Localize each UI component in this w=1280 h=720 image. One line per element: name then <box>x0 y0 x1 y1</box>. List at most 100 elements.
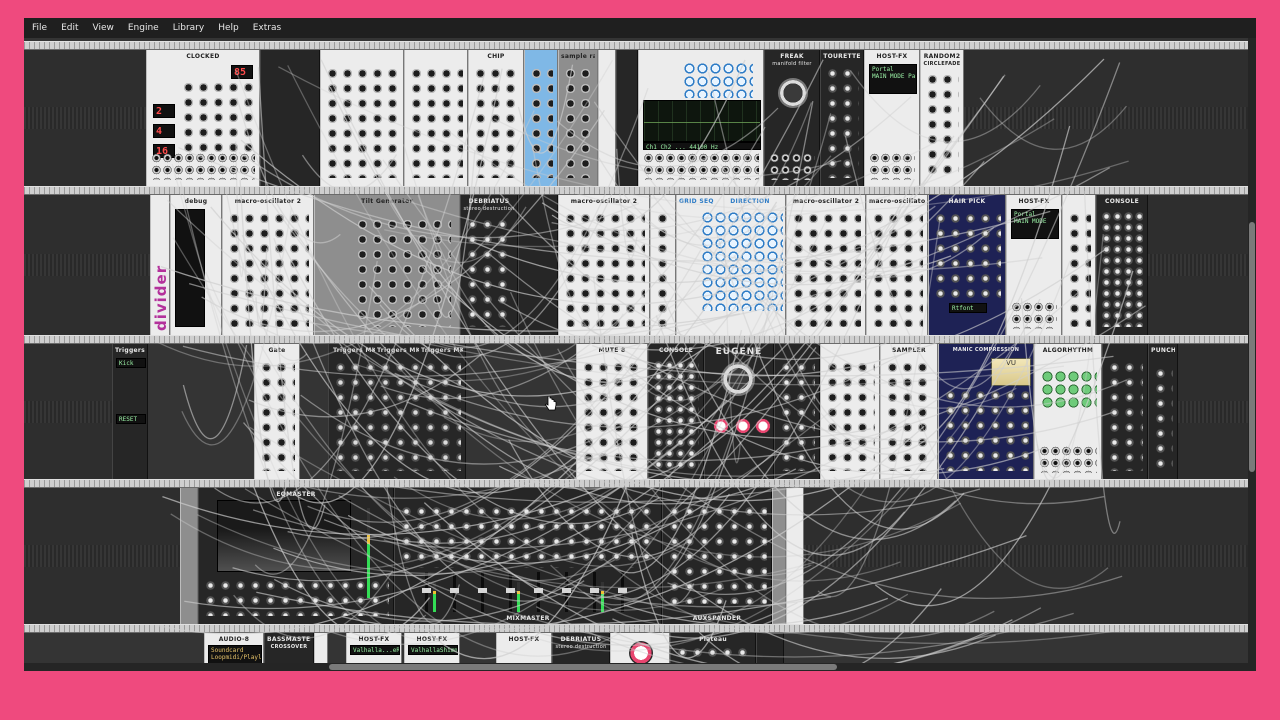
channel-fader[interactable] <box>618 572 627 612</box>
debriatus-module[interactable]: DEBRIATUS stereo destruction <box>460 195 518 335</box>
jack-bank[interactable] <box>1011 301 1057 329</box>
host-fx-module[interactable]: HOST-FX Portal MAIN MODE Pass 0000 <box>864 50 920 186</box>
main-knob[interactable] <box>721 362 755 396</box>
horizontal-scrollbar[interactable] <box>24 663 1248 671</box>
triggers-bank-module[interactable]: Triggers MKIII Triggers MKIII Triggers M… <box>328 344 466 479</box>
seq-module[interactable] <box>404 50 468 186</box>
pink-knob[interactable] <box>629 641 653 665</box>
macro-oscillator-module[interactable]: macro-oscillator 2 <box>786 195 866 335</box>
knob-bank[interactable] <box>355 217 451 327</box>
jack-bank[interactable] <box>1039 445 1097 473</box>
jack-grid[interactable] <box>653 360 699 471</box>
step-grid[interactable] <box>701 211 783 311</box>
console-module[interactable]: CONSOLE <box>648 344 704 479</box>
auxspander-module[interactable]: AUXSPANDER <box>662 488 772 624</box>
chip-module[interactable]: CHIP <box>468 50 524 186</box>
channel-fader[interactable] <box>534 572 543 612</box>
host-fx-module[interactable]: HOST-FX Portal MAIN MODE <box>1006 195 1062 335</box>
dark-module[interactable] <box>774 344 820 479</box>
debug-module[interactable]: debug <box>170 195 222 335</box>
mixmaster-module[interactable]: MIXMASTER <box>394 488 662 624</box>
mute8-module[interactable]: MUTE 8 <box>576 344 648 479</box>
knob-bank[interactable] <box>227 211 309 327</box>
divider-module[interactable]: divider <box>150 195 170 335</box>
knob-bank[interactable] <box>675 645 751 663</box>
channel-fader[interactable] <box>562 572 571 612</box>
knob-bank[interactable] <box>655 211 671 327</box>
knob-bank[interactable] <box>563 211 645 327</box>
knob-bank[interactable] <box>399 504 657 568</box>
scrollbar-thumb[interactable] <box>1249 222 1255 472</box>
menu-view[interactable]: View <box>86 23 121 33</box>
scope-module[interactable]: Ch1 Ch2 ... 44100 Hz <box>638 50 764 186</box>
algorhythm-module[interactable]: ALGORHYTHM <box>1034 344 1102 479</box>
triggers-module[interactable]: Triggers MKIII Kick RESET <box>112 344 148 479</box>
gate-module[interactable] <box>320 50 404 186</box>
menu-help[interactable]: Help <box>211 23 246 33</box>
knob-bank[interactable] <box>925 72 959 178</box>
pink-knob[interactable] <box>755 418 771 434</box>
knob-bank[interactable] <box>203 578 389 616</box>
utility-module[interactable] <box>820 344 880 479</box>
macro-oscillator-module[interactable]: macro-oscillator 2 <box>866 195 928 335</box>
sampler-module[interactable]: SAMPLER <box>880 344 938 479</box>
eugene-module[interactable]: EUGENE <box>704 344 774 479</box>
rack-area[interactable]: CLOCKED 85 2 4 16 CHIP sample rate <box>24 38 1248 671</box>
blue-module[interactable] <box>524 50 558 186</box>
jack-bank[interactable] <box>643 152 759 180</box>
knob-bank[interactable] <box>933 211 1001 301</box>
knob-bank[interactable] <box>563 66 593 178</box>
tilt-generator-module[interactable]: Tilt Generator <box>314 195 460 335</box>
knob-bank[interactable] <box>1153 366 1173 471</box>
knob-bank[interactable] <box>779 360 815 471</box>
menu-edit[interactable]: Edit <box>54 23 85 33</box>
knob-bank[interactable] <box>825 360 875 471</box>
channel-fader[interactable] <box>590 572 599 612</box>
sample-rate-module[interactable]: sample rate <box>558 50 598 186</box>
knob-bank[interactable] <box>1107 360 1143 471</box>
knob-bank[interactable] <box>259 360 295 471</box>
channel-fader[interactable] <box>478 572 487 612</box>
jack-bank[interactable] <box>151 152 255 180</box>
pink-knob[interactable] <box>735 418 751 434</box>
menu-library[interactable]: Library <box>166 23 211 33</box>
channel-fader[interactable] <box>506 572 515 612</box>
channel-fader[interactable] <box>422 572 431 612</box>
clocked-module[interactable]: CLOCKED 85 2 4 16 <box>146 50 260 186</box>
knob-bank[interactable] <box>581 360 643 471</box>
knob-bank[interactable] <box>1067 211 1091 327</box>
channel-fader[interactable] <box>450 572 459 612</box>
punch-module[interactable]: PUNCH <box>1148 344 1178 479</box>
narrow-module[interactable] <box>1062 195 1096 335</box>
cutoff-knob[interactable] <box>778 78 808 108</box>
knob-bank[interactable] <box>791 211 861 327</box>
macro-oscillator-module[interactable]: macro-oscillator 2 <box>222 195 314 335</box>
tourette-module[interactable]: TOURETTE <box>820 50 864 186</box>
menu-extras[interactable]: Extras <box>246 23 288 33</box>
macro-oscillator-module[interactable]: macro-oscillator 2 <box>558 195 650 335</box>
menu-file[interactable]: File <box>24 23 54 33</box>
narrow-module[interactable] <box>786 488 804 624</box>
knob-bank[interactable] <box>943 388 1029 471</box>
knob-bank[interactable] <box>529 66 553 178</box>
knob-bank[interactable] <box>181 80 255 158</box>
freak-module[interactable]: FREAK manifold filter <box>764 50 820 186</box>
pink-knob[interactable] <box>713 418 729 434</box>
eqmaster-module[interactable]: EQMASTER <box>198 488 394 624</box>
knob-bank[interactable] <box>825 66 859 178</box>
knob-bank[interactable] <box>409 66 463 178</box>
knob-bank[interactable] <box>473 66 519 178</box>
scrollbar-thumb[interactable] <box>329 664 837 670</box>
jack-bank[interactable] <box>869 152 915 180</box>
vertical-scrollbar[interactable] <box>1248 38 1256 671</box>
knob-bank[interactable] <box>871 211 923 327</box>
menu-engine[interactable]: Engine <box>121 23 166 33</box>
knob-bank[interactable] <box>667 504 767 604</box>
knob-bank[interactable] <box>333 360 461 471</box>
jack-bank[interactable] <box>769 152 815 180</box>
narrow-module[interactable] <box>650 195 676 335</box>
patch-cable[interactable] <box>182 344 248 440</box>
narrow-module[interactable] <box>598 50 616 186</box>
knob-bank[interactable] <box>465 217 513 327</box>
hair-pick-module[interactable]: HAIR PICK Rtfont <box>928 195 1006 335</box>
